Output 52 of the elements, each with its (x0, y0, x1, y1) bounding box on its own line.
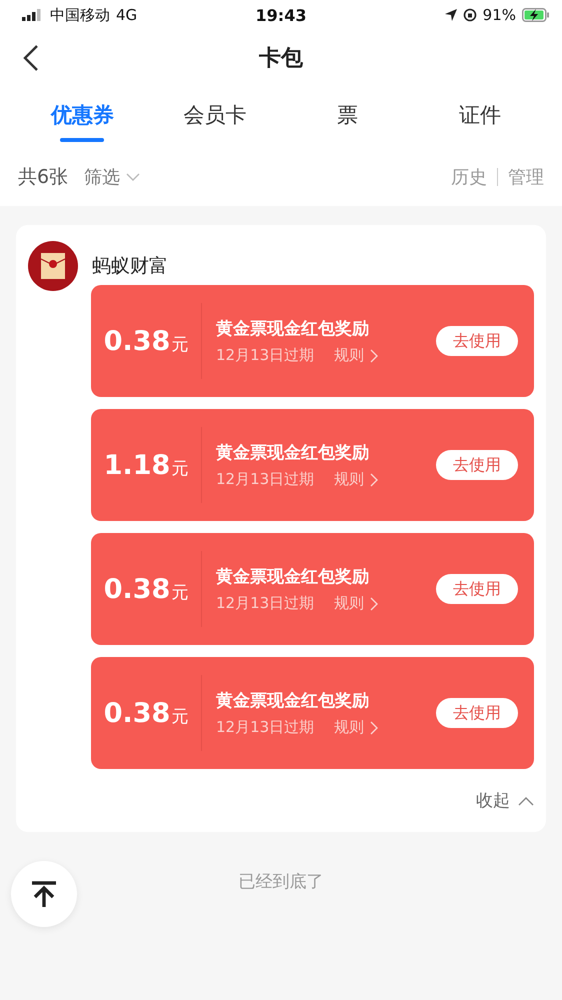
currency-unit: 元 (171, 458, 188, 480)
status-time: 19:43 (256, 6, 306, 24)
issuer-name: 蚂蚁财富 (92, 254, 168, 279)
rules-link[interactable]: 规则 (334, 718, 378, 737)
rotation-lock-icon (462, 8, 477, 22)
collapse-button[interactable]: 收起 (476, 789, 534, 812)
coupon-amount: 0.38 (104, 698, 170, 728)
currency-unit: 元 (171, 334, 188, 356)
tab[interactable]: 会员卡 (164, 86, 265, 144)
carrier-label: 中国移动 (50, 6, 110, 24)
coupon-amount: 1.18 (104, 450, 170, 480)
battery-charging-icon (522, 8, 550, 22)
expiry-date: 12月13日过期 (216, 346, 314, 365)
tab[interactable]: 优惠券 (32, 86, 132, 144)
envelope-logo-icon (28, 241, 78, 291)
end-of-list-text: 已经到底了 (238, 871, 324, 893)
use-button[interactable]: 去使用 (436, 698, 518, 728)
back-icon (23, 44, 39, 72)
expiry-date: 12月13日过期 (216, 470, 314, 489)
manage-link[interactable]: 管理 (508, 165, 544, 189)
location-icon (444, 9, 457, 21)
rules-link[interactable]: 规则 (334, 594, 378, 613)
coupon-title: 黄金票现金红包奖励 (216, 566, 370, 588)
coupon-amount: 0.38 (104, 326, 170, 356)
chevron-up-icon (518, 796, 534, 806)
history-link[interactable]: 历史 (451, 165, 487, 189)
tab[interactable]: 证件 (430, 86, 530, 144)
coupon-title: 黄金票现金红包奖励 (216, 318, 370, 340)
currency-unit: 元 (171, 582, 188, 604)
network-label: 4G (116, 6, 138, 24)
expiry-date: 12月13日过期 (216, 594, 314, 613)
coupon-title: 黄金票现金红包奖励 (216, 690, 370, 712)
page-title: 卡包 (259, 45, 303, 73)
coupon-count: 共6张 (18, 165, 68, 190)
currency-unit: 元 (171, 706, 188, 728)
coupon-title: 黄金票现金红包奖励 (216, 442, 370, 464)
expiry-date: 12月13日过期 (216, 718, 314, 737)
rules-link[interactable]: 规则 (334, 470, 378, 489)
chevron-down-icon (126, 173, 140, 181)
use-button[interactable]: 去使用 (436, 450, 518, 480)
use-button[interactable]: 去使用 (436, 574, 518, 604)
chevron-right-icon (370, 472, 378, 486)
battery-percent: 91% (482, 6, 516, 24)
coupon-amount: 0.38 (104, 574, 170, 604)
filter-dropdown[interactable]: 筛选 (84, 165, 140, 189)
tab[interactable]: 票 (297, 86, 398, 144)
chevron-right-icon (370, 596, 378, 610)
use-button[interactable]: 去使用 (436, 326, 518, 356)
rules-link[interactable]: 规则 (334, 346, 378, 365)
chevron-right-icon (370, 348, 378, 362)
arrow-up-icon (29, 879, 59, 909)
chevron-right-icon (370, 720, 378, 734)
